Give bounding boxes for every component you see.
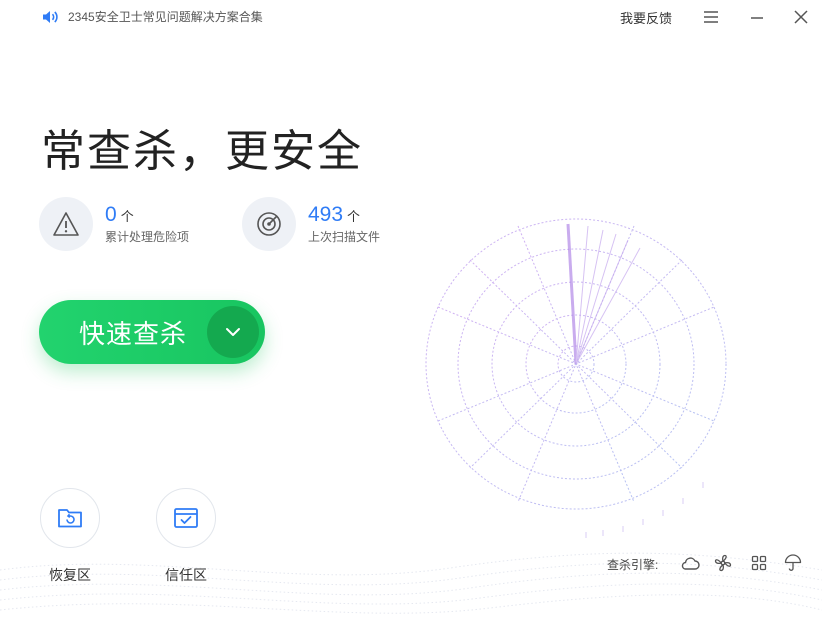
fan-engine-button[interactable] xyxy=(712,552,734,574)
trusted-zone-icon xyxy=(174,508,198,528)
menu-button[interactable] xyxy=(699,6,723,28)
warning-triangle-icon xyxy=(53,212,79,236)
stat-label: 上次扫描文件 xyxy=(308,229,381,244)
close-icon xyxy=(794,10,808,24)
stat-label: 累计处理危险项 xyxy=(105,229,190,244)
minimize-button[interactable] xyxy=(745,6,769,28)
stat-value: 493 xyxy=(308,202,344,226)
minimize-icon xyxy=(751,17,763,19)
grid-engine-button[interactable] xyxy=(748,552,770,574)
stat-danger-handled: 0个 累计处理危险项 xyxy=(39,197,189,251)
umbrella-engine-icon xyxy=(784,554,802,571)
stat-icon-circle xyxy=(39,197,93,251)
tool-ring xyxy=(40,488,100,548)
cloud-engine-button[interactable] xyxy=(679,552,701,574)
engine-label: 查杀引擎: xyxy=(607,558,659,572)
grid-engine-icon xyxy=(751,555,767,571)
umbrella-engine-button[interactable] xyxy=(782,552,804,574)
scan-mode-dropdown[interactable] xyxy=(207,306,259,358)
tool-label: 信任区 xyxy=(165,567,207,583)
quick-scan-button[interactable]: 快速查杀 xyxy=(39,300,265,364)
stat-unit: 个 xyxy=(347,208,361,224)
notice-link[interactable]: 2345安全卫士常见问题解决方案合集 xyxy=(42,8,263,25)
chevron-down-icon xyxy=(226,328,240,336)
fan-engine-icon xyxy=(714,554,732,572)
speaker-icon xyxy=(43,10,58,23)
tool-label: 恢复区 xyxy=(49,567,91,583)
tool-ring xyxy=(156,488,216,548)
cloud-engine-icon xyxy=(681,557,700,570)
feedback-link[interactable]: 我要反馈 xyxy=(620,8,672,27)
notice-text: 2345安全卫士常见问题解决方案合集 xyxy=(68,10,263,24)
close-button[interactable] xyxy=(789,6,813,28)
radar-illustration xyxy=(425,218,727,538)
trust-zone-button[interactable]: 信任区 xyxy=(156,488,216,585)
title-bar: 2345安全卫士常见问题解决方案合集 我要反馈 xyxy=(0,0,822,34)
stat-unit: 个 xyxy=(120,208,134,224)
stat-last-scan-files: 493 个 上次扫描文件 xyxy=(242,197,380,251)
stat-value: 0 xyxy=(105,202,117,226)
menu-icon xyxy=(704,11,718,23)
quick-scan-label: 快速查杀 xyxy=(79,318,188,349)
restore-zone-button[interactable]: 恢复区 xyxy=(40,488,100,585)
restore-folder-icon xyxy=(58,509,82,528)
page-title: 常查杀，更安全 xyxy=(41,127,363,176)
radar-target-icon xyxy=(257,212,281,236)
stat-icon-circle xyxy=(242,197,296,251)
